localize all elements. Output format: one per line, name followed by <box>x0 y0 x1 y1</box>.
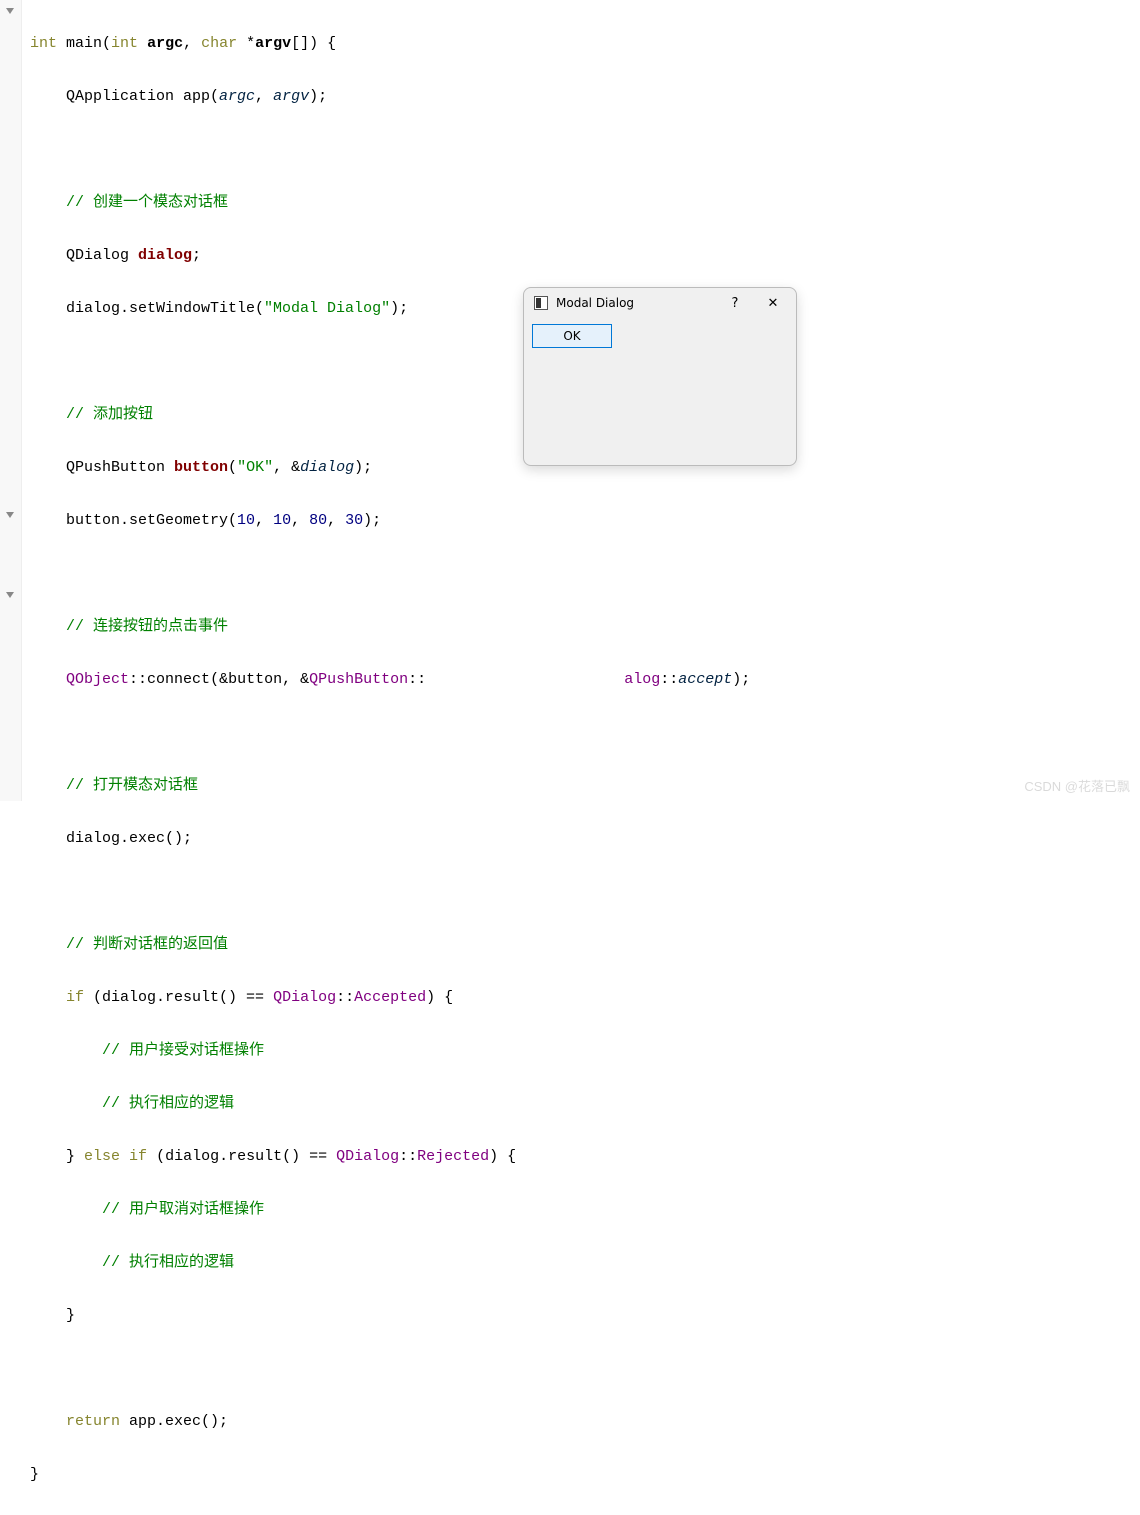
close-button[interactable]: ✕ <box>758 290 788 316</box>
code-line: QDialog dialog; <box>30 243 750 270</box>
dialog-content: OK <box>524 318 796 354</box>
code-line <box>30 879 750 906</box>
fold-marker[interactable] <box>6 512 14 518</box>
code-line: QObject::connect(&button, &QPushButton::… <box>30 667 750 694</box>
dialog-titlebar[interactable]: Modal Dialog ? ✕ <box>524 288 796 318</box>
help-button[interactable]: ? <box>720 290 750 316</box>
code-line: // 创建一个模态对话框 <box>30 190 750 217</box>
code-line <box>30 1356 750 1383</box>
fold-gutter <box>0 0 22 801</box>
code-line: // 打开模态对话框 <box>30 773 750 800</box>
modal-dialog: Modal Dialog ? ✕ OK <box>523 287 797 466</box>
code-line: } <box>30 1303 750 1330</box>
close-icon: ✕ <box>768 296 779 311</box>
code-line: // 判断对话框的返回值 <box>30 932 750 959</box>
code-line: // 用户取消对话框操作 <box>30 1197 750 1224</box>
code-line <box>30 137 750 164</box>
watermark: CSDN @花落已飘 <box>1024 776 1130 795</box>
code-line <box>30 561 750 588</box>
code-line <box>30 720 750 747</box>
fold-marker[interactable] <box>6 592 14 598</box>
code-line: if (dialog.result() == QDialog::Accepted… <box>30 985 750 1012</box>
code-editor[interactable]: int main(int argc, char *argv[]) { QAppl… <box>30 4 750 1515</box>
dialog-title: Modal Dialog <box>556 296 712 310</box>
code-line: // 连接按钮的点击事件 <box>30 614 750 641</box>
code-line: button.setGeometry(10, 10, 80, 30); <box>30 508 750 535</box>
app-icon <box>534 296 548 310</box>
code-line: return app.exec(); <box>30 1409 750 1436</box>
code-line: } else if (dialog.result() == QDialog::R… <box>30 1144 750 1171</box>
code-line: int main(int argc, char *argv[]) { <box>30 31 750 58</box>
code-line: QApplication app(argc, argv); <box>30 84 750 111</box>
code-line: // 执行相应的逻辑 <box>30 1091 750 1118</box>
ok-button[interactable]: OK <box>532 324 612 348</box>
code-line: dialog.exec(); <box>30 826 750 853</box>
code-line: // 执行相应的逻辑 <box>30 1250 750 1277</box>
code-line: } <box>30 1462 750 1489</box>
code-line: // 用户接受对话框操作 <box>30 1038 750 1065</box>
fold-marker[interactable] <box>6 8 14 14</box>
